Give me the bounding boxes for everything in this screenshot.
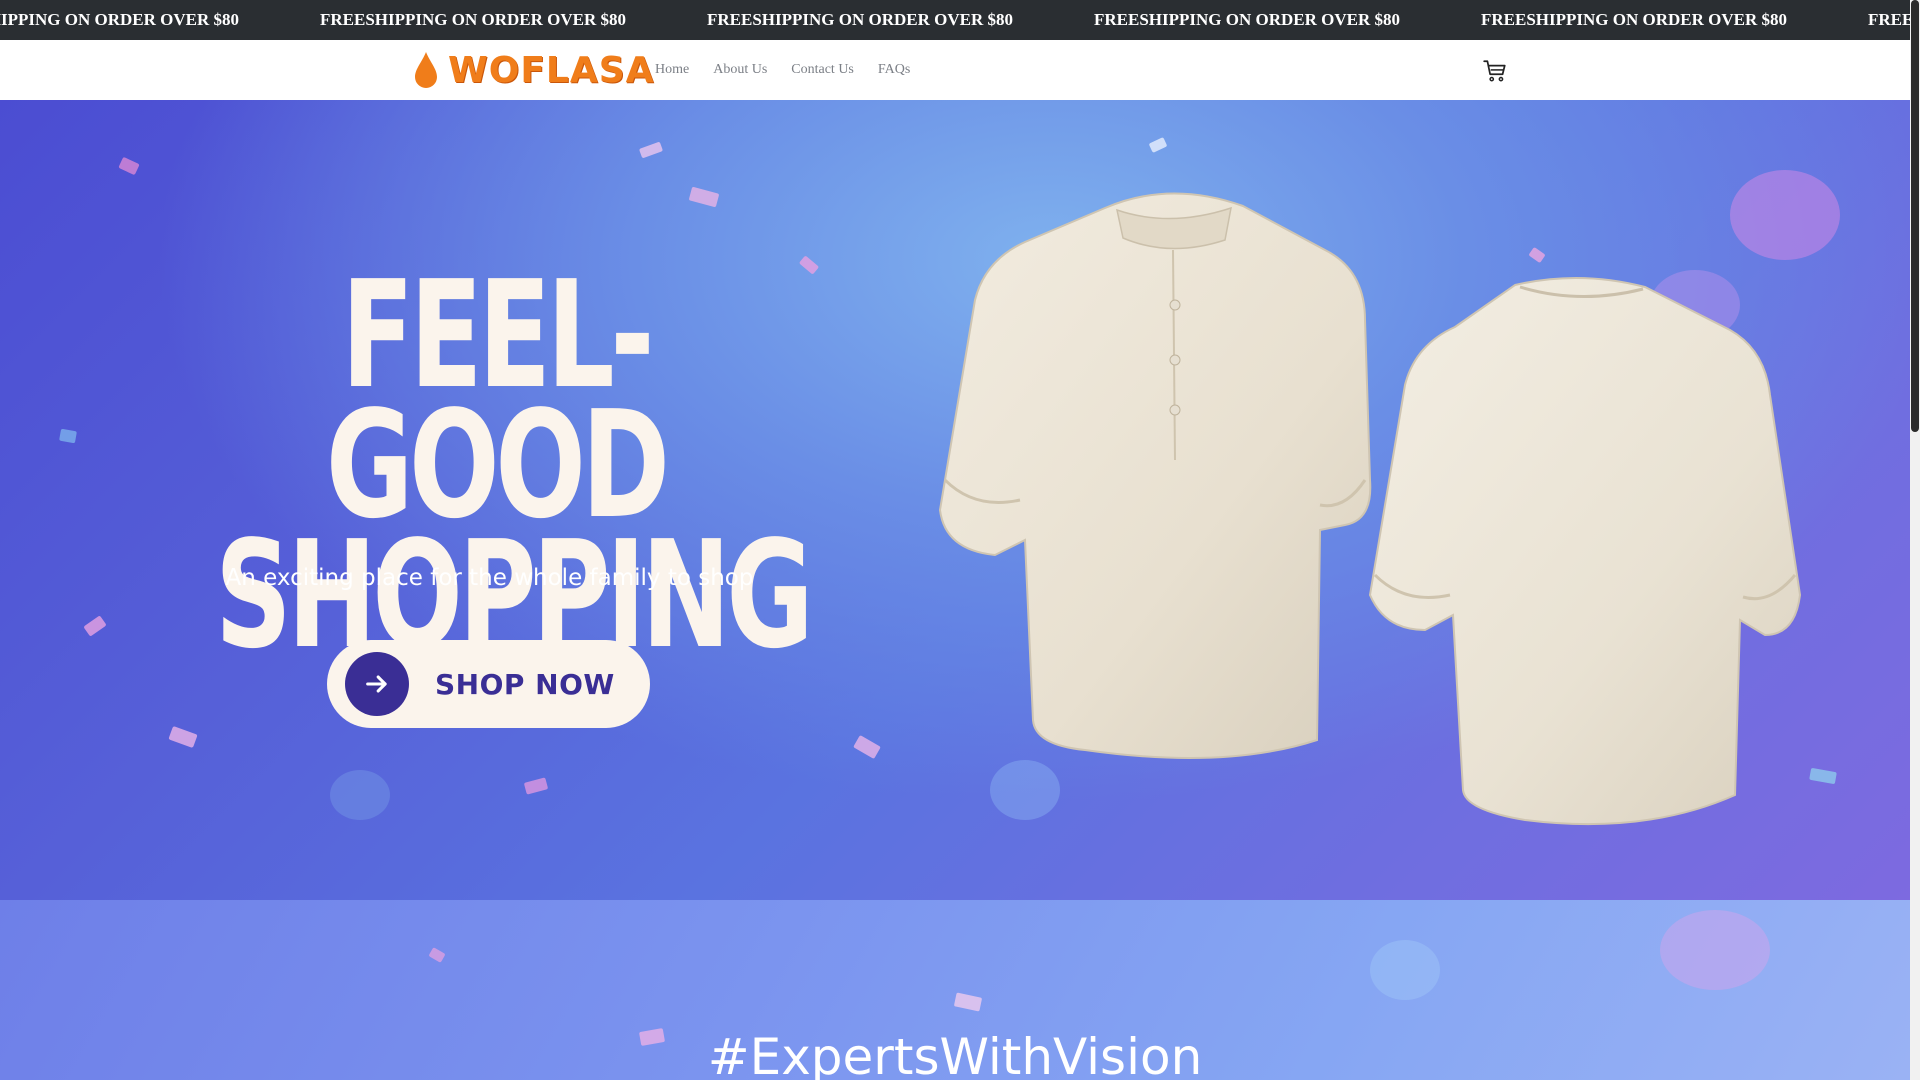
announcement-text: FREESHIPPING ON ORDER OVER $80 (707, 10, 1014, 29)
scrollbar-thumb[interactable] (1911, 0, 1919, 432)
bokeh-decoration (330, 770, 390, 820)
shop-now-label: SHOP NOW (435, 667, 615, 701)
confetti-decoration (638, 141, 664, 159)
experts-tagline: #ExpertsWithVision (707, 1028, 1203, 1080)
nav-contact-us[interactable]: Contact Us (791, 62, 854, 78)
shop-now-button[interactable]: SHOP NOW (327, 640, 650, 728)
hero-headline: FEEL-GOOD SHOPPING (215, 249, 814, 669)
experts-section: #ExpertsWithVision (0, 900, 1910, 1080)
announcement-text: FREESHIPPING ON ORDER OVER $80 (0, 10, 240, 29)
confetti-decoration (168, 725, 198, 749)
nav-about-us[interactable]: About Us (713, 62, 767, 78)
arrow-right-icon (345, 652, 409, 716)
confetti-decoration (798, 255, 820, 275)
main-nav: Home About Us Contact Us FAQs (655, 40, 934, 100)
confetti-decoration (1148, 137, 1168, 153)
confetti-decoration (428, 947, 446, 963)
announcement-text: FREESHIPPING ON ORDER OVER $80 (1094, 10, 1401, 29)
announcement-text: FREESHIPPING ON ORDER OVER $80 (1868, 10, 1910, 29)
headline-line-1: FEEL-GOOD (325, 249, 670, 551)
announcement-marquee: FREESHIPPING ON ORDER OVER $80 FREESHIPP… (0, 0, 1910, 40)
confetti-decoration (953, 992, 983, 1012)
page-scrollbar[interactable] (1910, 0, 1920, 1080)
shopping-cart-icon[interactable] (1482, 58, 1508, 84)
hero-banner: FEEL-GOOD SHOPPING An exciting place for… (0, 100, 1910, 900)
logo-link[interactable]: WOFLASA (412, 48, 655, 92)
bokeh-decoration (1370, 940, 1440, 1000)
bokeh-decoration (1730, 170, 1840, 260)
announcement-bar: FREESHIPPING ON ORDER OVER $80 FREESHIPP… (0, 0, 1910, 40)
logo-text: WOFLASA (448, 49, 655, 91)
hero-subtitle: An exciting place for the whole family t… (225, 565, 754, 591)
bokeh-decoration (1660, 910, 1770, 990)
confetti-decoration (1528, 246, 1546, 264)
confetti-decoration (83, 615, 107, 637)
confetti-decoration (853, 734, 881, 760)
confetti-decoration (118, 156, 140, 176)
droplet-icon (415, 52, 437, 88)
site-header: WOFLASA Home About Us Contact Us FAQs (0, 40, 1910, 101)
confetti-decoration (59, 428, 77, 444)
confetti-decoration (688, 186, 720, 208)
nav-faqs[interactable]: FAQs (878, 62, 910, 78)
shirt-back-image (1368, 277, 1802, 826)
announcement-text: FREESHIPPING ON ORDER OVER $80 (320, 10, 627, 29)
announcement-text: FREESHIPPING ON ORDER OVER $80 (1481, 10, 1788, 29)
nav-home[interactable]: Home (655, 62, 689, 78)
confetti-decoration (523, 777, 549, 795)
